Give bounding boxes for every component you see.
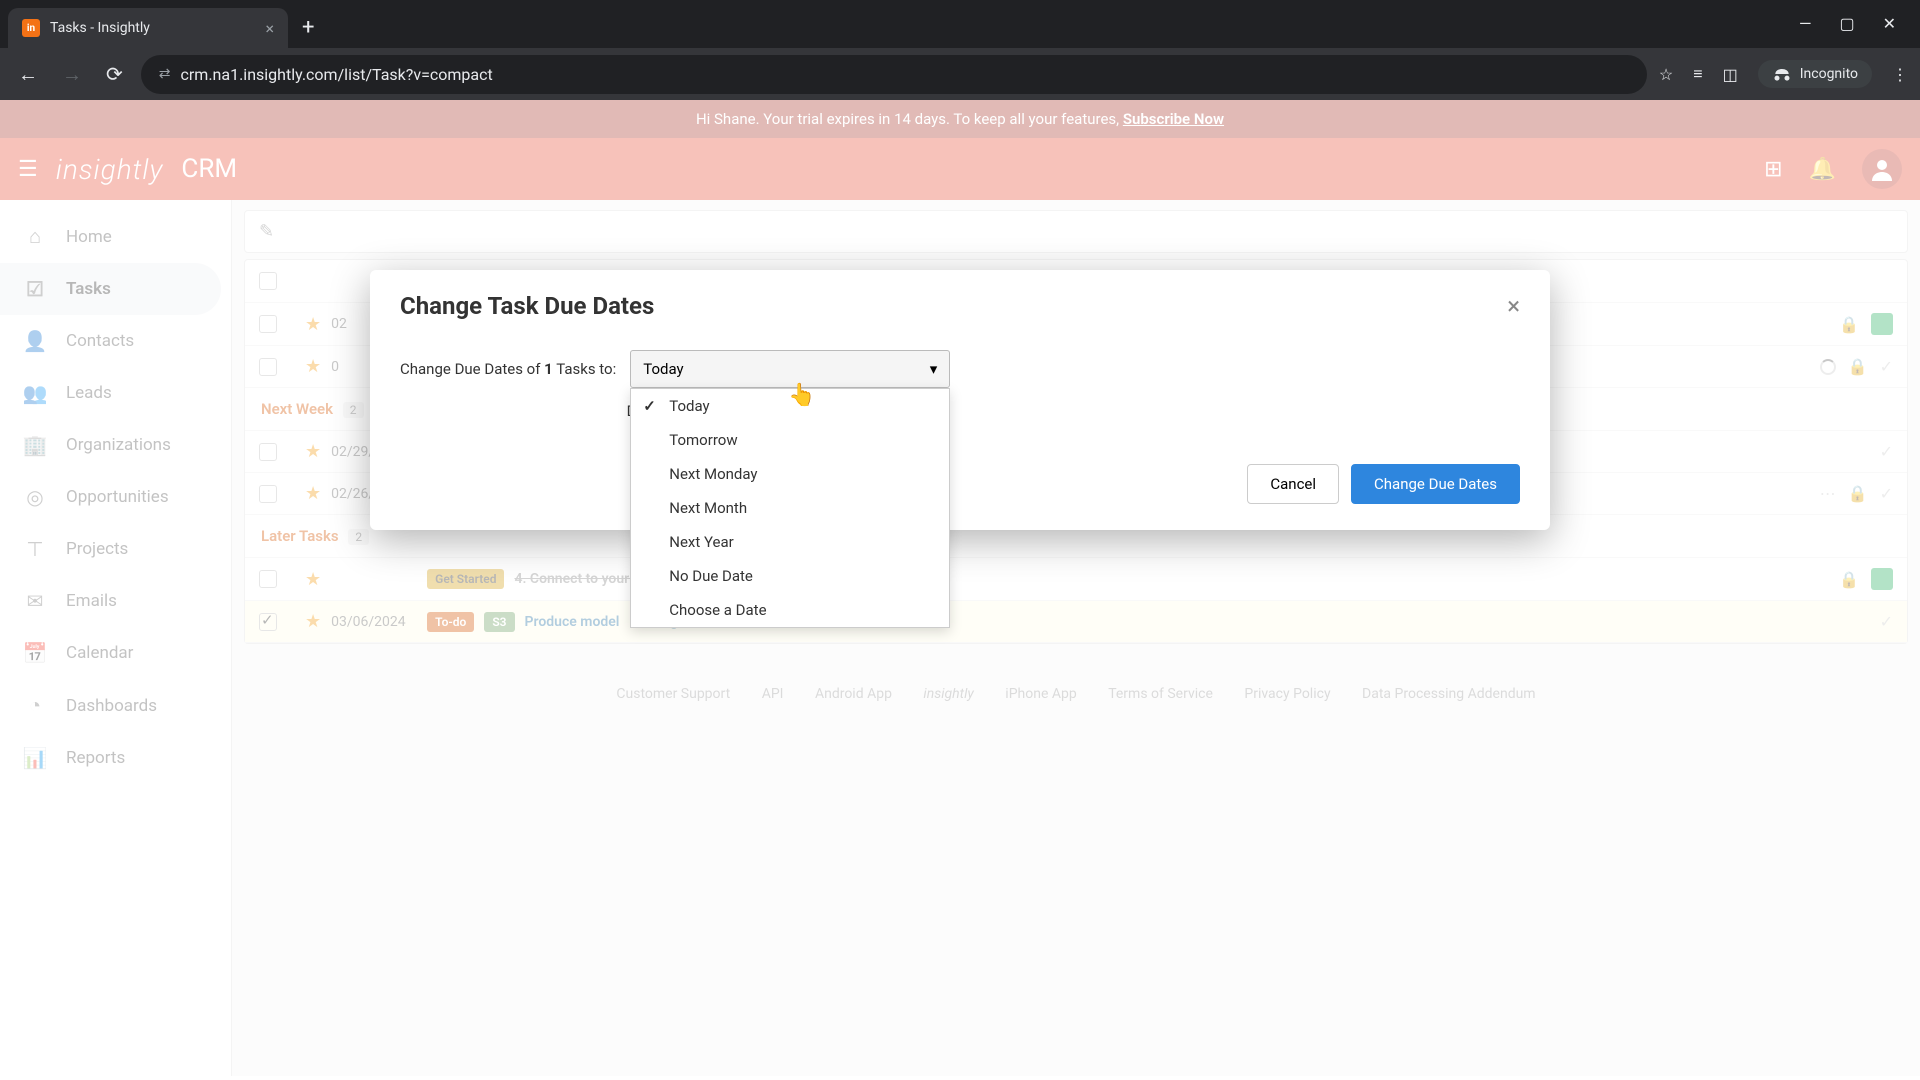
- browser-menu-icon[interactable]: ⋮: [1892, 65, 1908, 84]
- label-prefix: Change Due Dates of: [400, 360, 544, 378]
- bookmark-icon[interactable]: ☆: [1659, 65, 1673, 84]
- change-due-dates-button[interactable]: Change Due Dates: [1351, 464, 1520, 504]
- form-row: Due dat: [400, 402, 1520, 420]
- app-viewport: Hi Shane. Your trial expires in 14 days.…: [0, 100, 1920, 1080]
- dropdown-option-next-year[interactable]: Next Year: [631, 525, 949, 559]
- chevron-down-icon: ▾: [930, 360, 938, 378]
- close-tab-icon[interactable]: ×: [265, 19, 274, 38]
- incognito-icon: [1772, 67, 1792, 81]
- dropdown-option-no-due-date[interactable]: No Due Date: [631, 559, 949, 593]
- dropdown-option-next-monday[interactable]: Next Monday: [631, 457, 949, 491]
- close-modal-icon[interactable]: ×: [1507, 292, 1520, 320]
- new-tab-button[interactable]: +: [292, 15, 324, 40]
- back-button[interactable]: ←: [12, 56, 44, 93]
- dropdown-menu: Today Tomorrow Next Monday Next Month Ne…: [630, 388, 950, 628]
- browser-tab[interactable]: in Tasks - Insightly ×: [8, 8, 288, 48]
- dropdown-option-next-month[interactable]: Next Month: [631, 491, 949, 525]
- dropdown-selected: Today: [643, 360, 683, 378]
- url-input[interactable]: ⇄ crm.na1.insightly.com/list/Task?v=comp…: [141, 55, 1647, 94]
- label-suffix: Tasks to:: [553, 360, 616, 378]
- incognito-label: Incognito: [1800, 66, 1858, 82]
- close-window-icon[interactable]: ✕: [1883, 14, 1896, 33]
- tab-bar: in Tasks - Insightly × + — ▢ ✕: [0, 0, 1920, 48]
- modal-body: Change Due Dates of 1 Tasks to: Today ▾ …: [370, 330, 1550, 464]
- modal-footer: Cancel Change Due Dates: [370, 464, 1550, 530]
- cursor-icon: 👆: [788, 383, 815, 408]
- incognito-badge[interactable]: Incognito: [1758, 60, 1872, 88]
- side-panel-icon[interactable]: ◫: [1723, 65, 1738, 84]
- reload-button[interactable]: ⟳: [100, 56, 129, 92]
- minimize-icon[interactable]: —: [1799, 14, 1812, 33]
- modal-header: Change Task Due Dates ×: [370, 270, 1550, 330]
- dropdown-option-choose-date[interactable]: Choose a Date: [631, 593, 949, 627]
- address-bar: ← → ⟳ ⇄ crm.na1.insightly.com/list/Task?…: [0, 48, 1920, 100]
- url-text: crm.na1.insightly.com/list/Task?v=compac…: [181, 65, 493, 84]
- window-controls: — ▢ ✕: [1775, 0, 1920, 47]
- tab-title: Tasks - Insightly: [50, 20, 255, 36]
- modal-backdrop[interactable]: [0, 100, 1920, 1080]
- maximize-icon[interactable]: ▢: [1839, 14, 1854, 33]
- site-settings-icon[interactable]: ⇄: [159, 66, 171, 82]
- task-count: 1: [544, 360, 553, 378]
- favicon-icon: in: [22, 19, 40, 37]
- dropdown-option-tomorrow[interactable]: Tomorrow: [631, 423, 949, 457]
- form-row: Change Due Dates of 1 Tasks to: Today ▾ …: [400, 350, 1520, 388]
- reading-list-icon[interactable]: ≡: [1693, 64, 1702, 84]
- cancel-button[interactable]: Cancel: [1247, 464, 1339, 504]
- forward-button[interactable]: →: [56, 56, 88, 93]
- browser-chrome: in Tasks - Insightly × + — ▢ ✕ ← → ⟳ ⇄ c…: [0, 0, 1920, 100]
- modal-title: Change Task Due Dates: [400, 292, 654, 320]
- change-label: Change Due Dates of 1 Tasks to:: [400, 360, 616, 378]
- change-due-dates-modal: Change Task Due Dates × Change Due Dates…: [370, 270, 1550, 530]
